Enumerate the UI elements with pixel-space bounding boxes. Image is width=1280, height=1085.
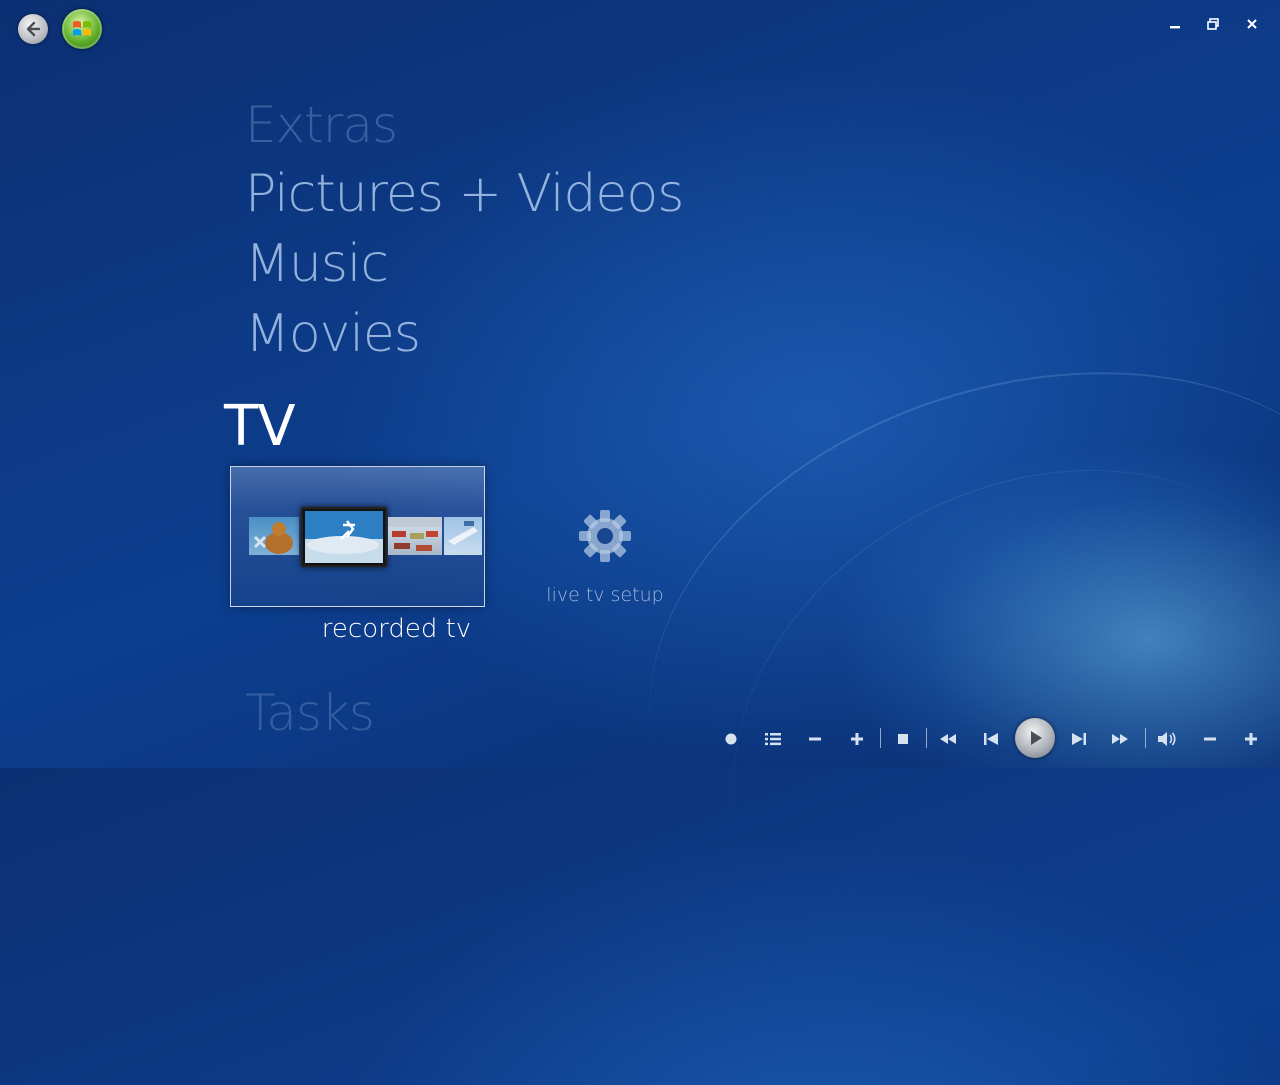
volume-up-button[interactable] [1240, 728, 1262, 750]
restore-button[interactable] [1203, 14, 1223, 34]
menu-item-extras[interactable]: Extras [245, 96, 398, 154]
stop-icon [898, 734, 908, 744]
back-button[interactable] [18, 14, 48, 44]
restore-icon [1207, 18, 1219, 30]
mute-button[interactable] [1156, 728, 1178, 750]
rewind-button[interactable] [937, 728, 959, 750]
channel-down-button[interactable] [804, 728, 826, 750]
recorded-tv-thumbnail-selected [301, 507, 387, 567]
transport-divider [1145, 728, 1146, 748]
media-center-window: { "menu": { "items": [ {"label": "Extras… [0, 0, 1280, 1085]
fast-forward-button[interactable] [1109, 728, 1131, 750]
menu-item-tasks[interactable]: Tasks [245, 684, 375, 742]
channel-up-button[interactable] [846, 728, 868, 750]
menu-item-pictures-videos[interactable]: Pictures + Videos [245, 164, 684, 224]
live-tv-setup-label: live tv setup [546, 584, 664, 606]
recorded-tv-thumbnail [444, 517, 482, 555]
record-icon [725, 733, 737, 745]
recorded-tv-thumbnail [388, 517, 442, 555]
previous-button[interactable] [980, 728, 1002, 750]
channel-down-icon [809, 737, 821, 741]
rewind-icon [940, 734, 956, 744]
gear-icon [579, 510, 631, 562]
back-arrow-icon [26, 21, 41, 37]
windows-start-orb-icon [73, 21, 91, 36]
previous-icon [984, 733, 998, 745]
minimize-icon [1170, 26, 1180, 29]
stop-button[interactable] [892, 728, 914, 750]
play-button[interactable] [1015, 718, 1055, 758]
transport-divider [926, 728, 927, 748]
close-button[interactable] [1242, 14, 1262, 34]
minimize-button[interactable] [1165, 14, 1185, 34]
close-icon [1247, 19, 1257, 29]
recorded-tv-label[interactable]: recorded tv [230, 614, 483, 644]
volume-down-icon [1204, 737, 1216, 741]
mute-icon [1158, 732, 1176, 746]
guide-button[interactable] [762, 728, 784, 750]
next-button[interactable] [1068, 728, 1090, 750]
live-tv-setup-tile[interactable]: live tv setup [540, 500, 670, 610]
record-button[interactable] [720, 728, 742, 750]
start-button[interactable] [62, 9, 102, 49]
volume-up-icon [1245, 733, 1257, 745]
channel-up-icon [851, 733, 863, 745]
menu-item-tv[interactable]: TV [224, 394, 296, 459]
menu-item-music[interactable]: Music [245, 234, 389, 294]
next-icon [1072, 733, 1086, 745]
fast-forward-icon [1112, 734, 1128, 744]
volume-down-button[interactable] [1199, 728, 1221, 750]
menu-item-movies[interactable]: Movies [245, 304, 421, 364]
recorded-tv-thumbnail [249, 517, 299, 555]
play-icon [1031, 731, 1042, 745]
guide-list-icon [765, 733, 781, 746]
recorded-tv-tile[interactable] [230, 466, 485, 607]
transport-divider [880, 728, 881, 748]
